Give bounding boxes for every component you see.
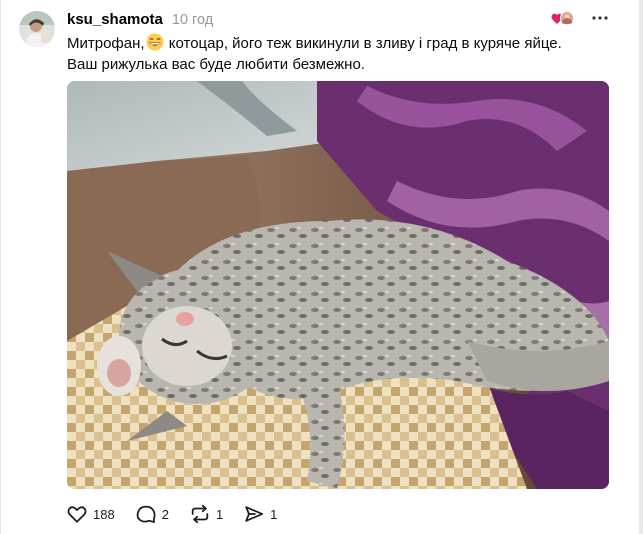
reply-count: 2 [161, 506, 169, 522]
share-count: 1 [270, 506, 278, 522]
author-username[interactable]: ksu_shamota [67, 11, 163, 28]
post-actions: 188 2 1 1 [66, 502, 297, 526]
repost-button[interactable]: 1 [189, 503, 223, 525]
avatar-image [19, 11, 55, 47]
comment-bubble-icon [136, 505, 156, 523]
post-header: ksu_shamota 10 год [67, 11, 213, 29]
frame-right-border [639, 0, 643, 534]
post-timestamp[interactable]: 10 год [172, 12, 213, 28]
more-options-button[interactable] [591, 9, 609, 27]
post-text-line-1: Митрофан, котоцар, його теж викинули в з… [67, 33, 607, 55]
repost-icon [191, 504, 209, 524]
like-count: 188 [93, 506, 115, 522]
post-text-line-2: Ваш рижулька вас буде любити безмежно. [67, 55, 365, 73]
more-horizontal-icon [592, 16, 608, 20]
share-button[interactable]: 1 [243, 503, 277, 525]
post-text-line-1-end: котоцар, його теж викинули в зливу і гра… [168, 35, 562, 52]
reactions-badge[interactable] [551, 9, 575, 27]
sleeping-kitten-photo [67, 81, 609, 489]
heart-avatar-icon [551, 11, 574, 25]
like-button[interactable]: 188 [66, 503, 115, 525]
reply-button[interactable]: 2 [135, 503, 169, 525]
heart-icon [67, 506, 87, 523]
frame-left-border [0, 0, 1, 534]
avatar[interactable] [19, 11, 55, 47]
post-text: Митрофан, котоцар, його теж викинули в з… [67, 33, 607, 75]
repost-count: 1 [215, 506, 224, 522]
send-icon [245, 506, 264, 522]
post-image[interactable] [67, 81, 609, 489]
grinning-face-icon [146, 33, 164, 51]
post-text-line-1-start: Митрофан, [67, 35, 145, 52]
